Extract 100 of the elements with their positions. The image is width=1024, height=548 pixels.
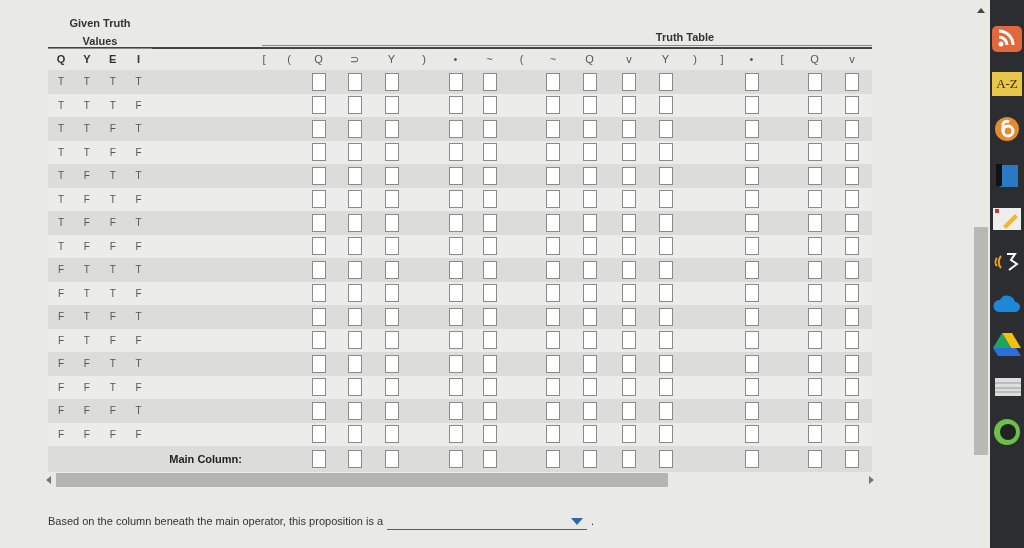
answer-box[interactable] xyxy=(744,213,759,232)
answer-box[interactable] xyxy=(658,284,673,303)
answer-box[interactable] xyxy=(744,450,759,468)
answer-box[interactable] xyxy=(658,401,673,420)
answer-box[interactable] xyxy=(845,307,859,326)
answer-box[interactable] xyxy=(622,307,636,326)
answer-box[interactable] xyxy=(482,96,497,115)
answer-box[interactable] xyxy=(845,166,859,185)
answer-box[interactable] xyxy=(658,213,673,232)
answer-box[interactable] xyxy=(347,450,362,468)
answer-box[interactable] xyxy=(622,166,636,185)
answer-box[interactable] xyxy=(546,425,560,444)
answer-box[interactable] xyxy=(347,378,362,397)
answer-box[interactable] xyxy=(658,307,673,326)
answer-box[interactable] xyxy=(744,354,759,373)
answer-box[interactable] xyxy=(546,331,560,350)
answer-box[interactable] xyxy=(311,354,326,373)
answer-box[interactable] xyxy=(744,331,759,350)
answer-box[interactable] xyxy=(384,190,399,209)
answer-box[interactable] xyxy=(622,260,636,279)
answer-box[interactable] xyxy=(448,260,463,279)
stack-icon[interactable] xyxy=(993,376,1021,398)
answer-box[interactable] xyxy=(845,190,859,209)
answer-box[interactable] xyxy=(845,284,859,303)
answer-box[interactable] xyxy=(384,237,399,256)
answer-box[interactable] xyxy=(582,450,597,468)
answer-box[interactable] xyxy=(448,190,463,209)
answer-box[interactable] xyxy=(546,166,560,185)
answer-box[interactable] xyxy=(622,190,636,209)
answer-box[interactable] xyxy=(384,354,399,373)
answer-box[interactable] xyxy=(482,331,497,350)
answer-box[interactable] xyxy=(311,190,326,209)
answer-box[interactable] xyxy=(622,450,636,468)
answer-box[interactable] xyxy=(845,143,859,162)
answer-box[interactable] xyxy=(807,237,822,256)
answer-box[interactable] xyxy=(311,166,326,185)
answer-box[interactable] xyxy=(582,119,597,138)
answer-box[interactable] xyxy=(546,378,560,397)
answer-box[interactable] xyxy=(622,425,636,444)
answer-box[interactable] xyxy=(546,284,560,303)
answer-box[interactable] xyxy=(744,237,759,256)
answer-box[interactable] xyxy=(546,143,560,162)
answer-box[interactable] xyxy=(482,213,497,232)
answer-box[interactable] xyxy=(384,331,399,350)
answer-box[interactable] xyxy=(744,119,759,138)
answer-box[interactable] xyxy=(622,284,636,303)
answer-box[interactable] xyxy=(311,260,326,279)
answer-box[interactable] xyxy=(658,425,673,444)
answer-box[interactable] xyxy=(744,284,759,303)
answer-box[interactable] xyxy=(744,307,759,326)
scroll-up-icon[interactable] xyxy=(977,8,985,13)
answer-box[interactable] xyxy=(807,284,822,303)
answer-box[interactable] xyxy=(845,450,859,468)
answer-box[interactable] xyxy=(347,284,362,303)
answer-box[interactable] xyxy=(347,354,362,373)
answer-box[interactable] xyxy=(622,143,636,162)
answer-box[interactable] xyxy=(347,237,362,256)
answer-box[interactable] xyxy=(807,213,822,232)
answer-box[interactable] xyxy=(448,425,463,444)
answer-box[interactable] xyxy=(546,213,560,232)
answer-box[interactable] xyxy=(744,72,759,91)
answer-box[interactable] xyxy=(658,166,673,185)
answer-box[interactable] xyxy=(448,72,463,91)
answer-box[interactable] xyxy=(546,72,560,91)
answer-box[interactable] xyxy=(807,260,822,279)
answer-box[interactable] xyxy=(744,166,759,185)
answer-box[interactable] xyxy=(311,96,326,115)
answer-box[interactable] xyxy=(658,96,673,115)
answer-box[interactable] xyxy=(582,190,597,209)
answer-box[interactable] xyxy=(622,119,636,138)
answer-box[interactable] xyxy=(347,119,362,138)
answer-box[interactable] xyxy=(622,213,636,232)
answer-box[interactable] xyxy=(807,401,822,420)
answer-box[interactable] xyxy=(658,450,673,468)
answer-box[interactable] xyxy=(482,378,497,397)
avatar-icon[interactable] xyxy=(993,418,1021,446)
answer-box[interactable] xyxy=(845,237,859,256)
book-icon[interactable] xyxy=(994,162,1020,188)
answer-box[interactable] xyxy=(546,96,560,115)
answer-box[interactable] xyxy=(582,237,597,256)
answer-box[interactable] xyxy=(311,284,326,303)
note-icon[interactable] xyxy=(993,208,1021,230)
answer-box[interactable] xyxy=(658,378,673,397)
answer-box[interactable] xyxy=(448,450,463,468)
answer-box[interactable] xyxy=(658,260,673,279)
taskbar-icon[interactable]: A-Z xyxy=(992,72,1022,96)
answer-box[interactable] xyxy=(384,166,399,185)
answer-box[interactable] xyxy=(658,119,673,138)
answer-box[interactable] xyxy=(482,237,497,256)
answer-box[interactable] xyxy=(582,143,597,162)
answer-box[interactable] xyxy=(384,378,399,397)
answer-box[interactable] xyxy=(744,425,759,444)
answer-box[interactable] xyxy=(658,72,673,91)
answer-box[interactable] xyxy=(448,331,463,350)
answer-box[interactable] xyxy=(845,331,859,350)
answer-box[interactable] xyxy=(582,213,597,232)
answer-box[interactable] xyxy=(482,166,497,185)
answer-box[interactable] xyxy=(311,72,326,91)
answer-box[interactable] xyxy=(622,237,636,256)
answer-box[interactable] xyxy=(448,307,463,326)
